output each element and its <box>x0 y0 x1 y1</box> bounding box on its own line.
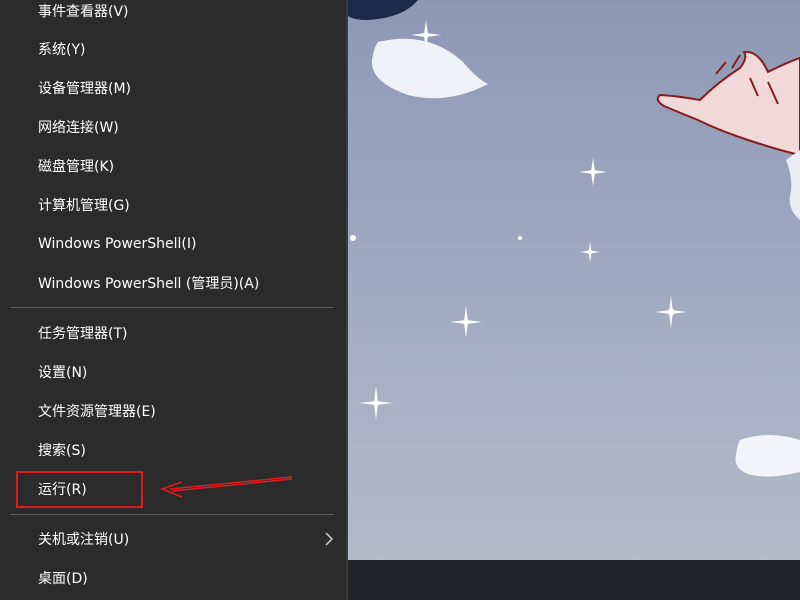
menu-item-powershell-admin[interactable]: Windows PowerShell (管理员)(A) <box>0 263 346 302</box>
menu-separator <box>10 514 334 515</box>
menu-item-computer-management[interactable]: 计算机管理(G) <box>0 185 346 224</box>
menu-item-network-connections[interactable]: 网络连接(W) <box>0 107 346 146</box>
menu-item-label: Windows PowerShell(I) <box>38 235 197 252</box>
menu-item-label: 任务管理器(T) <box>38 325 128 342</box>
menu-item-disk-management[interactable]: 磁盘管理(K) <box>0 146 346 185</box>
menu-item-powershell[interactable]: Windows PowerShell(I) <box>0 224 346 263</box>
winx-context-menu: 事件查看器(V) 系统(Y) 设备管理器(M) 网络连接(W) 磁盘管理(K) … <box>0 0 346 600</box>
menu-item-file-explorer[interactable]: 文件资源管理器(E) <box>0 391 346 430</box>
menu-item-search[interactable]: 搜索(S) <box>0 430 346 469</box>
menu-item-event-viewer[interactable]: 事件查看器(V) <box>0 0 346 30</box>
menu-item-label: 计算机管理(G) <box>38 197 130 214</box>
menu-item-label: 关机或注销(U) <box>38 531 130 548</box>
wallpaper-illustration <box>348 0 800 477</box>
menu-item-desktop[interactable]: 桌面(D) <box>0 558 346 597</box>
taskbar <box>348 560 800 600</box>
menu-item-device-manager[interactable]: 设备管理器(M) <box>0 68 346 107</box>
menu-item-label: 设备管理器(M) <box>38 80 132 97</box>
annotation-highlight-box <box>16 471 143 508</box>
menu-item-label: Windows PowerShell (管理员)(A) <box>38 275 260 292</box>
menu-item-label: 系统(Y) <box>38 41 86 58</box>
menu-item-shutdown[interactable]: 关机或注销(U) <box>0 519 346 558</box>
menu-item-label: 桌面(D) <box>38 570 88 587</box>
menu-item-label: 磁盘管理(K) <box>38 158 115 175</box>
menu-item-label: 文件资源管理器(E) <box>38 403 156 420</box>
menu-item-label: 网络连接(W) <box>38 119 119 136</box>
menu-item-system[interactable]: 系统(Y) <box>0 29 346 68</box>
menu-item-label: 设置(N) <box>38 364 88 381</box>
menu-separator <box>10 307 334 308</box>
chevron-right-icon <box>325 532 334 546</box>
desktop-wallpaper <box>348 0 800 560</box>
menu-item-label: 事件查看器(V) <box>38 3 129 20</box>
menu-item-settings[interactable]: 设置(N) <box>0 352 346 391</box>
menu-item-label: 搜索(S) <box>38 442 86 459</box>
menu-item-task-manager[interactable]: 任务管理器(T) <box>0 313 346 352</box>
